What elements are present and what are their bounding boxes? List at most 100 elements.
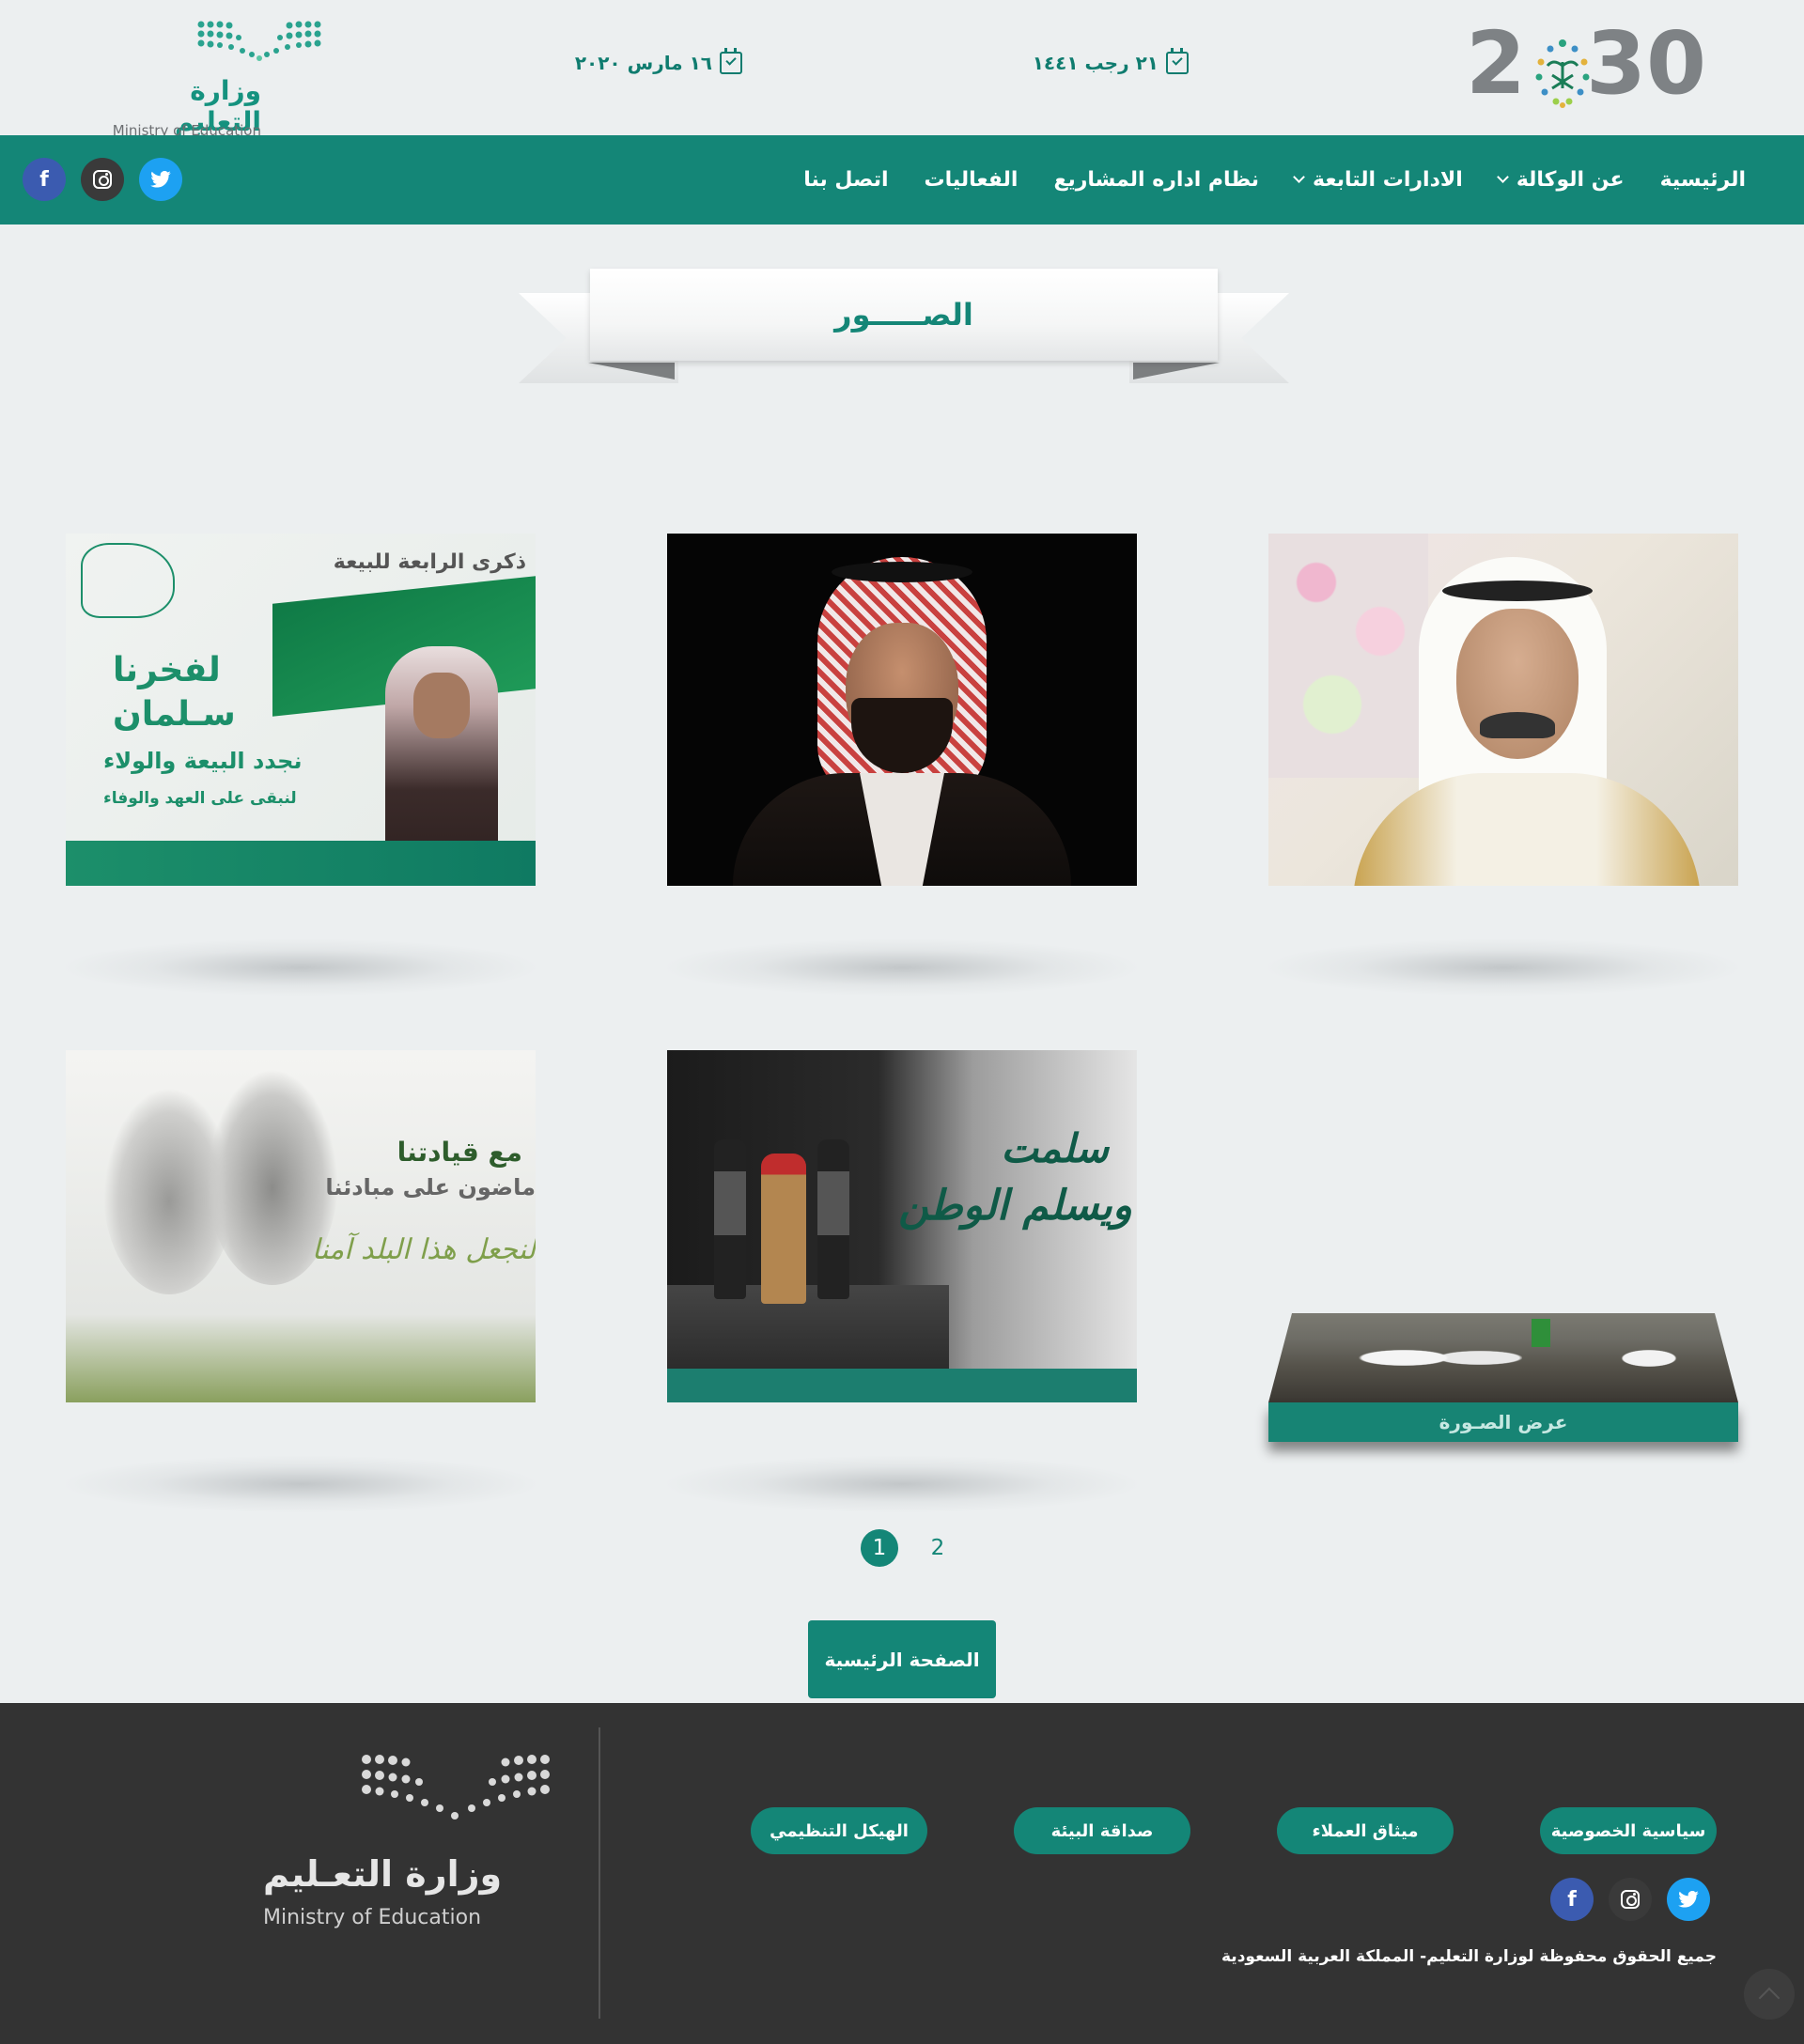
page-button-2[interactable]: 2 xyxy=(919,1529,956,1567)
sketch-subtitle: ماضون على مبادئنا xyxy=(325,1174,536,1200)
photo-guard-right xyxy=(817,1139,849,1299)
vision-logo-digit-2: 2 xyxy=(1466,13,1527,114)
copyright-text: جميع الحقوق محفوظة لوزارة التعليم- الممل… xyxy=(1221,1947,1717,1966)
gallery-image-allegiance-poster[interactable]: ذكرى الرابعة للبيعة لفخرنا سـلمان نجدد ا… xyxy=(66,534,536,886)
card-shadow xyxy=(66,1456,536,1512)
sketch-headline: مع قيادتنا xyxy=(397,1137,522,1168)
poster-footer-strip xyxy=(667,1369,1137,1402)
card-shadow xyxy=(667,939,1137,996)
page-title: الصـــــور xyxy=(834,297,973,333)
card-shadow xyxy=(66,939,536,996)
twitter-icon xyxy=(150,171,171,188)
photo-bisht xyxy=(1353,773,1701,886)
footer-link-org-structure[interactable]: الهيكل التنظيمي xyxy=(751,1807,927,1854)
nav-item-label: عن الوكالة xyxy=(1516,168,1625,192)
view-image-button[interactable]: عرض الصـورة xyxy=(1268,1402,1738,1442)
twitter-button[interactable] xyxy=(1667,1878,1710,1921)
pagination: 1 2 xyxy=(861,1529,956,1567)
gallery-image-meeting-hover[interactable]: عرض الصـورة xyxy=(1268,1313,1738,1445)
nav-social-links: f xyxy=(23,158,182,201)
photo-leadership-sketch: مع قيادتنا ماضون على مبادئنا لنجعل هذا ا… xyxy=(66,1050,536,1402)
vision-logo-digits-30: 30 xyxy=(1586,13,1707,114)
poster-footer-strip xyxy=(66,841,536,886)
photo-flowers-background xyxy=(1268,534,1428,778)
photo-mustache xyxy=(1480,712,1555,738)
poster-map-icon xyxy=(81,543,175,618)
section-title-ribbon: الصـــــور xyxy=(519,269,1289,386)
facebook-button[interactable]: f xyxy=(1550,1878,1594,1921)
instagram-button[interactable] xyxy=(81,158,124,201)
photo-people-left xyxy=(1353,1337,1522,1379)
footer-link-customer-charter[interactable]: ميثاق العملاء xyxy=(1277,1807,1454,1854)
photo-flag xyxy=(1532,1319,1550,1347)
gallery-image-king-portrait[interactable] xyxy=(1268,534,1738,886)
nav-item-contact[interactable]: اتصل بنا xyxy=(803,168,888,192)
nav-item-label: نظام اداره المشاريع xyxy=(1053,168,1260,192)
poster-title-line1: لفخرنا xyxy=(113,651,221,689)
footer-ministry-name-arabic: وزارة التعـليم xyxy=(263,1853,503,1895)
main-navbar: الرئيسية عن الوكالة الادارات التابعة نظا… xyxy=(0,135,1804,225)
photo-igal xyxy=(832,562,972,582)
photo-king-portrait xyxy=(1268,534,1738,886)
gallery-image-national-poster[interactable]: سلمت ويسلم الوطن xyxy=(667,1050,1137,1402)
nav-item-departments[interactable]: الادارات التابعة xyxy=(1293,168,1463,192)
nav-item-label: الفعاليات xyxy=(924,168,1019,192)
twitter-button[interactable] xyxy=(139,158,182,201)
facebook-button[interactable]: f xyxy=(23,158,66,201)
photo-igal xyxy=(1442,581,1593,601)
gallery-image-crown-prince-portrait[interactable] xyxy=(667,534,1137,886)
gregorian-date: ١٦ مارس ٢٠٢٠ xyxy=(575,48,742,74)
nav-item-label: الرئيسية xyxy=(1659,168,1746,192)
photo-night-walk: سلمت ويسلم الوطن xyxy=(667,1050,1137,1402)
poster-tagline: لنبقى على العهد والوفاء xyxy=(103,789,297,808)
photo-bisht xyxy=(733,773,1071,886)
chevron-down-icon xyxy=(1496,171,1509,183)
nav-menu: الرئيسية عن الوكالة الادارات التابعة نظا… xyxy=(803,135,1746,225)
chevron-down-icon xyxy=(1293,171,1305,183)
back-to-top-button[interactable] xyxy=(1744,1969,1795,2020)
card-shadow xyxy=(667,1456,1137,1512)
nav-item-home[interactable]: الرئيسية xyxy=(1660,168,1746,192)
facebook-icon: f xyxy=(1567,1887,1577,1912)
poster-calligraphy-line2: ويسلم الوطن xyxy=(898,1182,1132,1230)
nav-item-label: اتصل بنا xyxy=(803,168,889,192)
instagram-icon xyxy=(1621,1890,1640,1909)
poster-title-line2: سـلمان xyxy=(113,695,236,734)
photo-guard-left xyxy=(714,1139,746,1299)
poster-headline: ذكرى الرابعة للبيعة xyxy=(333,550,526,574)
sketch-calligraphy: لنجعل هذا البلد آمنا xyxy=(311,1233,536,1266)
nav-item-events[interactable]: الفعاليات xyxy=(925,168,1019,192)
twitter-icon xyxy=(1678,1891,1699,1908)
footer-ministry-name-english: Ministry of Education xyxy=(263,1906,482,1929)
instagram-icon xyxy=(93,170,112,189)
instagram-button[interactable] xyxy=(1609,1878,1652,1921)
photo-allegiance-poster: ذكرى الرابعة للبيعة لفخرنا سـلمان نجدد ا… xyxy=(66,534,536,886)
calendar-check-icon xyxy=(1166,48,1189,74)
calendar-check-icon xyxy=(720,48,742,74)
card-shadow xyxy=(1268,939,1738,996)
nav-item-project-management[interactable]: نظام اداره المشاريع xyxy=(1053,168,1259,192)
vision-2030-logo[interactable]: 2 30 xyxy=(1466,21,1706,116)
ribbon-banner: الصـــــور xyxy=(590,269,1218,361)
view-image-label: عرض الصـورة xyxy=(1439,1411,1568,1433)
hijri-date: ٢١ رجب ١٤٤١ xyxy=(1032,48,1189,74)
page-button-1[interactable]: 1 xyxy=(861,1529,898,1567)
gallery-image-leadership-sketch[interactable]: مع قيادتنا ماضون على مبادئنا لنجعل هذا ا… xyxy=(66,1050,536,1402)
top-header: 2 30 ٢١ رجب ١٤٤١ ١٦ مارس ٢٠٢٠ وزارة التع… xyxy=(0,0,1804,139)
facebook-icon: f xyxy=(39,167,49,192)
hijri-date-text: ٢١ رجب ١٤٤١ xyxy=(1032,52,1159,74)
poster-subtitle: نجدد البيعة والولاء xyxy=(103,748,303,774)
photo-crown-prince-portrait xyxy=(667,534,1137,886)
ministry-dots-emblem-icon xyxy=(197,21,321,61)
ministry-logo-footer[interactable]: وزارة التعـليم Ministry of Education xyxy=(244,1750,564,1957)
footer: وزارة التعـليم Ministry of Education سيا… xyxy=(0,1703,1804,2044)
home-page-button[interactable]: الصفحة الرئيسية xyxy=(808,1620,996,1698)
nav-item-about[interactable]: عن الوكالة xyxy=(1496,168,1625,192)
ministry-dots-emblem-icon xyxy=(362,1755,550,1819)
ministry-logo-header[interactable]: وزارة التعليم Ministry of Education xyxy=(113,17,327,139)
photo-people-right xyxy=(1588,1339,1710,1377)
footer-link-privacy[interactable]: سياسية الخصوصية xyxy=(1540,1807,1717,1854)
footer-social-links: f xyxy=(1550,1878,1710,1921)
footer-link-environment[interactable]: صداقة البيئة xyxy=(1014,1807,1190,1854)
footer-links: سياسية الخصوصية ميثاق العملاء صداقة البي… xyxy=(751,1807,1717,1854)
